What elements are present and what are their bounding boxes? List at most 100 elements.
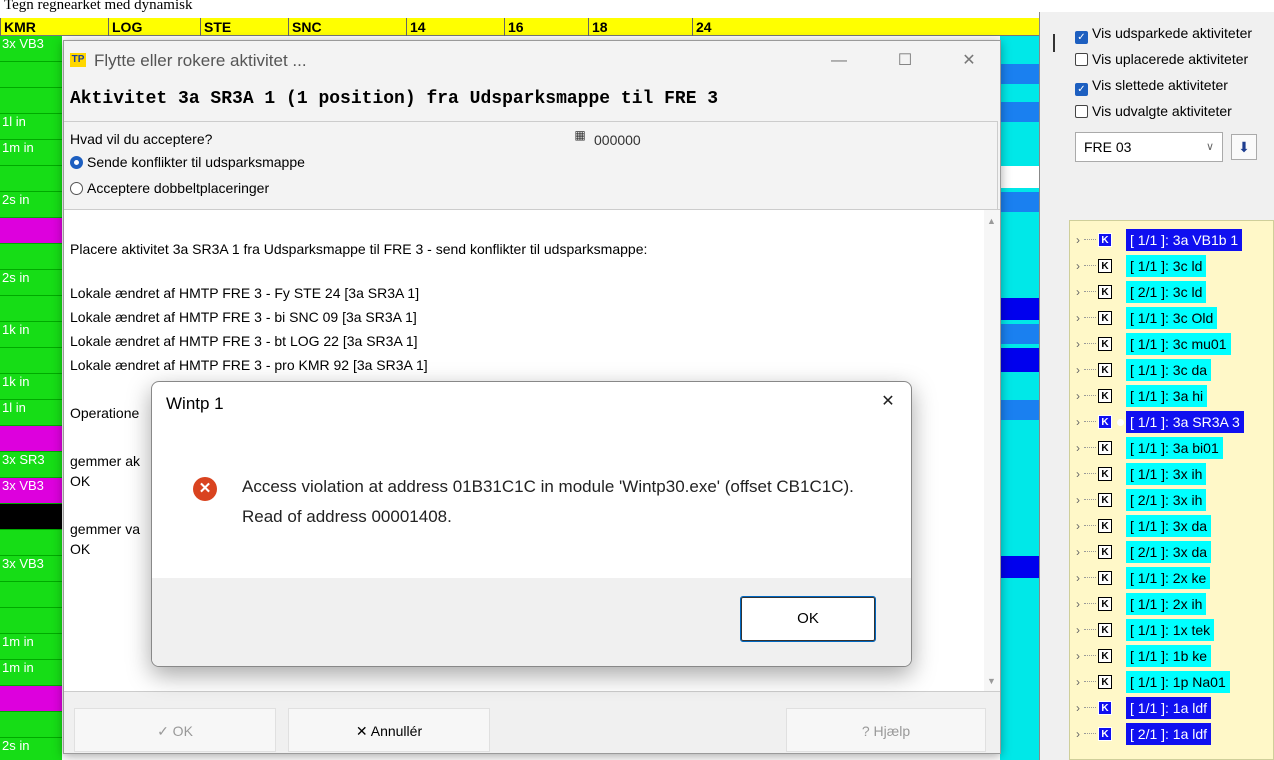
tree-item[interactable]: › K [ 1/1 ]: 2x ke: [1070, 565, 1273, 591]
download-icon[interactable]: ⬇: [1231, 134, 1257, 160]
grid-cell[interactable]: 2s in: [0, 192, 62, 218]
column-header-14[interactable]: 14: [406, 18, 504, 36]
tree-item[interactable]: › K [ 1/1 ]: 2x ih: [1070, 591, 1273, 617]
maximize-icon[interactable]: ☐: [882, 41, 928, 81]
tree-item[interactable]: › K [ 1/1 ]: 3a VB1b 1: [1070, 227, 1273, 253]
grid-cell[interactable]: 1m in: [0, 660, 62, 686]
chevron-right-icon[interactable]: ›: [1076, 409, 1080, 435]
checkbox-show-selected-activities[interactable]: Vis udvalgte aktiviteter: [1075, 100, 1232, 122]
grid-cell-blue[interactable]: [1000, 64, 1039, 84]
chevron-right-icon[interactable]: ›: [1076, 565, 1080, 591]
tree-item[interactable]: › K [ 1/1 ]: 3c ld: [1070, 253, 1273, 279]
chevron-right-icon[interactable]: ›: [1076, 591, 1080, 617]
chevron-right-icon[interactable]: ›: [1076, 461, 1080, 487]
splitter-grip[interactable]: [1053, 34, 1055, 52]
grid-cell[interactable]: [0, 504, 62, 530]
grid-cell-blue[interactable]: [1000, 102, 1039, 122]
grid-cell[interactable]: 2s in: [0, 270, 62, 296]
grid-cell-dark-blue[interactable]: [1000, 348, 1039, 372]
chevron-right-icon[interactable]: ›: [1076, 669, 1080, 695]
grid-cell[interactable]: [0, 218, 62, 244]
chevron-right-icon[interactable]: ›: [1076, 539, 1080, 565]
chevron-right-icon[interactable]: ›: [1076, 227, 1080, 253]
tree-item[interactable]: › K [ 1/1 ]: 1b ke: [1070, 643, 1273, 669]
grid-cell[interactable]: [0, 166, 62, 192]
chevron-right-icon[interactable]: ›: [1076, 253, 1080, 279]
chevron-right-icon[interactable]: ›: [1076, 695, 1080, 721]
chevron-right-icon[interactable]: ›: [1076, 435, 1080, 461]
tree-item[interactable]: › K [ 1/1 ]: 3x ih: [1070, 461, 1273, 487]
tree-item[interactable]: › K [ 2/1 ]: 3c ld: [1070, 279, 1273, 305]
class-select[interactable]: FRE 03 ∨: [1075, 132, 1223, 162]
chevron-right-icon[interactable]: ›: [1076, 279, 1080, 305]
radio-accept-double[interactable]: Acceptere dobbeltplaceringer: [70, 180, 269, 196]
grid-cell[interactable]: 3x SR3: [0, 452, 62, 478]
grid-cell[interactable]: 1m in: [0, 140, 62, 166]
tree-item[interactable]: › K [ 1/1 ]: 3c da: [1070, 357, 1273, 383]
grid-cell[interactable]: 3x VB3: [0, 478, 62, 504]
minimize-icon[interactable]: —: [816, 41, 862, 81]
tree-item[interactable]: › K [ 2/1 ]: 3x ih: [1070, 487, 1273, 513]
checkbox-show-kicked-activities[interactable]: ✓ Vis udsparkede aktiviteter: [1075, 22, 1252, 44]
column-header-16[interactable]: 16: [504, 18, 588, 36]
grid-cell[interactable]: 3x VB3: [0, 36, 62, 62]
cancel-button[interactable]: ✕ Annullér: [288, 708, 490, 752]
column-header-kmr[interactable]: KMR: [0, 18, 108, 36]
chevron-right-icon[interactable]: ›: [1076, 383, 1080, 409]
tree-item[interactable]: › K [ 1/1 ]: 3x da: [1070, 513, 1273, 539]
ok-button[interactable]: ✓ OK: [74, 708, 276, 752]
checkbox-show-unplaced-activities[interactable]: Vis uplacerede aktiviteter: [1075, 48, 1248, 70]
scroll-down-icon[interactable]: ▼: [987, 676, 996, 686]
close-icon[interactable]: ✕: [946, 41, 992, 81]
chevron-right-icon[interactable]: ›: [1076, 617, 1080, 643]
calendar-icon[interactable]: ▦: [570, 126, 590, 144]
grid-cell-white[interactable]: [1000, 166, 1039, 188]
grid-cell[interactable]: 3x VB3: [0, 556, 62, 582]
tree-item[interactable]: › K [ 1/1 ]: 3a SR3A 3: [1070, 409, 1273, 435]
grid-cell-dark-blue[interactable]: [1000, 556, 1039, 578]
grid-cell-dark-blue[interactable]: [1000, 298, 1039, 320]
grid-cell-blue[interactable]: [1000, 192, 1039, 212]
grid-cell[interactable]: [0, 608, 62, 634]
checkbox-show-deleted-activities[interactable]: ✓ Vis slettede aktiviteter: [1075, 74, 1228, 96]
tree-item[interactable]: › K [ 2/1 ]: 3x da: [1070, 539, 1273, 565]
grid-cell[interactable]: [0, 88, 62, 114]
tree-item[interactable]: › K [ 1/1 ]: 1x tek: [1070, 617, 1273, 643]
activity-tree[interactable]: › K [ 1/1 ]: 3a VB1b 1 › K [ 1/1 ]: 3c ld › K [ …: [1069, 220, 1274, 760]
grid-cell-blue[interactable]: [1000, 324, 1039, 344]
grid-cell[interactable]: 2s in: [0, 738, 62, 760]
chevron-right-icon[interactable]: ›: [1076, 331, 1080, 357]
grid-cell[interactable]: [0, 348, 62, 374]
tree-item[interactable]: › K [ 1/1 ]: 3c mu01: [1070, 331, 1273, 357]
column-header-log[interactable]: LOG: [108, 18, 200, 36]
chevron-right-icon[interactable]: ›: [1076, 643, 1080, 669]
chevron-right-icon[interactable]: ›: [1076, 513, 1080, 539]
column-header-24[interactable]: 24: [692, 18, 1039, 36]
grid-cell[interactable]: 1m in: [0, 634, 62, 660]
tree-item[interactable]: › K [ 1/1 ]: 3a hi: [1070, 383, 1273, 409]
chevron-right-icon[interactable]: ›: [1076, 357, 1080, 383]
dialog-title-bar[interactable]: TP Flytte eller rokere aktivitet ... — ☐…: [64, 41, 1000, 81]
column-header-snc[interactable]: SNC: [288, 18, 406, 36]
grid-cell[interactable]: 1l in: [0, 400, 62, 426]
grid-cell[interactable]: [0, 712, 62, 738]
grid-cell[interactable]: [0, 582, 62, 608]
log-scrollbar[interactable]: ▲ ▼: [984, 210, 1000, 692]
tree-item[interactable]: › K [ 1/1 ]: 3c Old: [1070, 305, 1273, 331]
grid-cell[interactable]: 1l in: [0, 114, 62, 140]
help-button[interactable]: ? Hjælp: [786, 708, 986, 752]
grid-cell[interactable]: [0, 296, 62, 322]
tree-item[interactable]: › K [ 1/1 ]: 3a bi01: [1070, 435, 1273, 461]
grid-cell[interactable]: [0, 244, 62, 270]
error-ok-button[interactable]: OK: [740, 596, 876, 642]
close-icon[interactable]: ✕: [865, 382, 911, 422]
tree-item[interactable]: › K [ 2/1 ]: 1a ldf: [1070, 721, 1273, 747]
grid-cell[interactable]: 1k in: [0, 374, 62, 400]
grid-cell-blue[interactable]: [1000, 400, 1039, 420]
grid-cell[interactable]: [0, 62, 62, 88]
chevron-right-icon[interactable]: ›: [1076, 305, 1080, 331]
grid-cell[interactable]: 1k in: [0, 322, 62, 348]
tree-item[interactable]: › K [ 1/1 ]: 1a ldf: [1070, 695, 1273, 721]
chevron-right-icon[interactable]: ›: [1076, 487, 1080, 513]
grid-cell[interactable]: [0, 530, 62, 556]
